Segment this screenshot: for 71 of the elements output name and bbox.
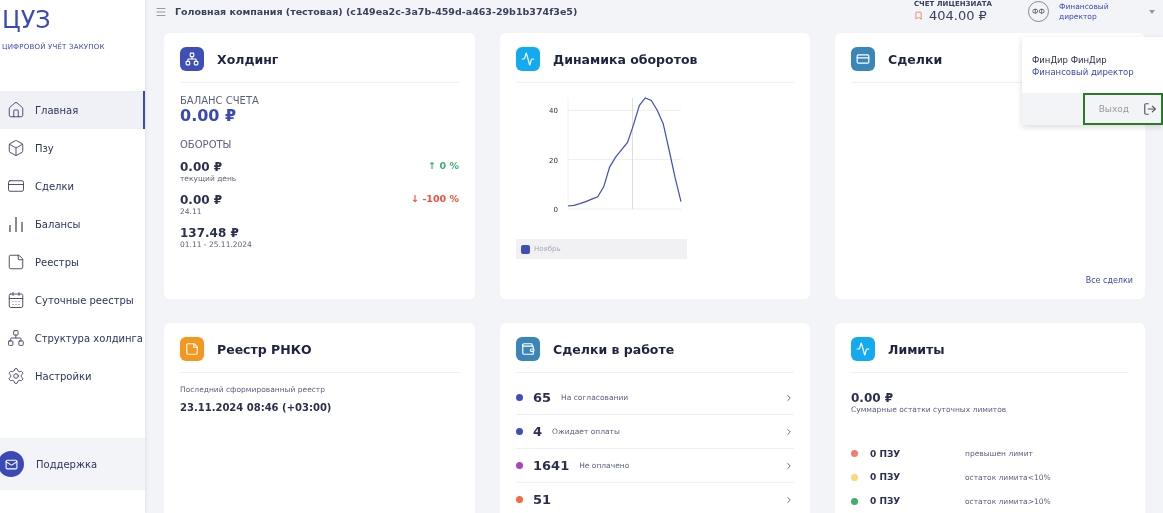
- registry-card-icon: [180, 337, 204, 361]
- sidebar-label: Реестры: [35, 256, 79, 268]
- caret-icon[interactable]: [1149, 9, 1155, 14]
- user-name: ФинДир ФинДир: [1032, 55, 1108, 65]
- sidebar-item[interactable]: Структура холдинга: [0, 319, 145, 357]
- turnover-amount: 0.00 ₽: [180, 193, 223, 207]
- menu-user-role: Финансовый директор: [1032, 67, 1135, 77]
- sidebar-label: Сделки: [35, 180, 74, 192]
- holding-card-icon: [180, 47, 204, 71]
- deal-count: 1641: [533, 458, 570, 473]
- deal-count: 51: [533, 492, 552, 507]
- card-title: Динамика оборотов: [553, 51, 698, 67]
- card-title: Лимиты: [888, 341, 945, 357]
- sidebar-label: Структура холдинга: [34, 332, 143, 344]
- sidebar-icon: [7, 177, 25, 195]
- sidebar-label: Настройки: [35, 370, 92, 382]
- trend-value: ↓ -100 %: [411, 193, 459, 206]
- company-title: Головная компания (тестовая) (c149ea2c-3a7b-459d-a463-29b1b374f3e5): [175, 6, 578, 17]
- bars-icon: [7, 215, 25, 233]
- sidebar-item[interactable]: Балансы: [0, 205, 145, 243]
- chevron-right-icon: [784, 392, 794, 403]
- sidebar-icon: [7, 139, 25, 157]
- menu-icon[interactable]: [155, 5, 167, 18]
- mail-icon: [0, 451, 24, 477]
- balance-amount: 0.00 ₽: [180, 106, 238, 125]
- sidebar-icon: [7, 329, 25, 347]
- sidebar-label: Главная: [35, 104, 79, 116]
- deal-status-row[interactable]: 51: [516, 483, 794, 513]
- sidebar-item[interactable]: Сделки: [0, 167, 145, 205]
- chevron-right-icon: [784, 460, 794, 471]
- sidebar-label: Суточные реестры: [35, 294, 134, 306]
- card-title: Реестр РНКО: [217, 341, 312, 357]
- balance-label: БАЛАНС СЧЕТА: [180, 95, 260, 106]
- registry-date: 23.11.2024 08:46 (+03:00): [180, 402, 333, 413]
- bookmark-icon: [913, 11, 923, 20]
- sidebar-item[interactable]: Настройки: [0, 357, 145, 395]
- sidebar-item[interactable]: Суточные реестры: [0, 281, 145, 319]
- limits-amount: 0.00 ₽: [851, 391, 895, 405]
- logout-icon: [1143, 102, 1157, 116]
- support-label: Поддержка: [36, 458, 98, 470]
- trend-value: ↑ 0 %: [428, 160, 459, 173]
- sidebar-icon: [7, 253, 25, 271]
- sidebar-icon: [7, 101, 25, 119]
- turnover-label: ОБОРОТЫ: [180, 139, 233, 150]
- deal-count: 4: [533, 424, 543, 439]
- sidebar-item[interactable]: Пзу: [0, 129, 145, 167]
- sidebar-icon: [7, 291, 25, 309]
- turnover-amount: 137.48 ₽: [180, 226, 240, 240]
- all-deals-link[interactable]: Все сделки: [1085, 276, 1133, 285]
- turnover-amount: 0.00 ₽: [180, 160, 224, 174]
- chevron-right-icon: [784, 426, 794, 437]
- support-bar[interactable]: Поддержка: [0, 438, 145, 490]
- legend-swatch: [521, 244, 530, 254]
- logo: ЦУЗ: [1, 5, 52, 34]
- limit-count: 0 ПЗУ: [870, 472, 902, 483]
- limits-card-icon: [851, 337, 875, 361]
- license-amount: 404.00 ₽: [928, 8, 987, 23]
- deals-card-icon: [851, 47, 875, 71]
- sidebar-item[interactable]: Главная: [0, 91, 145, 129]
- limit-count: 0 ПЗУ: [870, 448, 902, 459]
- card-title: Холдинг: [217, 51, 279, 67]
- deal-count: 65: [533, 390, 552, 405]
- sidebar-item[interactable]: Реестры: [0, 243, 145, 281]
- card-title: Сделки: [888, 51, 943, 67]
- chevron-right-icon: [784, 494, 794, 505]
- sidebar-icon: [7, 367, 25, 385]
- sidebar-label: Балансы: [35, 218, 81, 230]
- limit-count: 0 ПЗУ: [870, 496, 902, 507]
- chart-card-icon: [516, 47, 540, 71]
- card-title: Сделки в работе: [553, 341, 675, 357]
- sidebar-label: Пзу: [35, 142, 54, 154]
